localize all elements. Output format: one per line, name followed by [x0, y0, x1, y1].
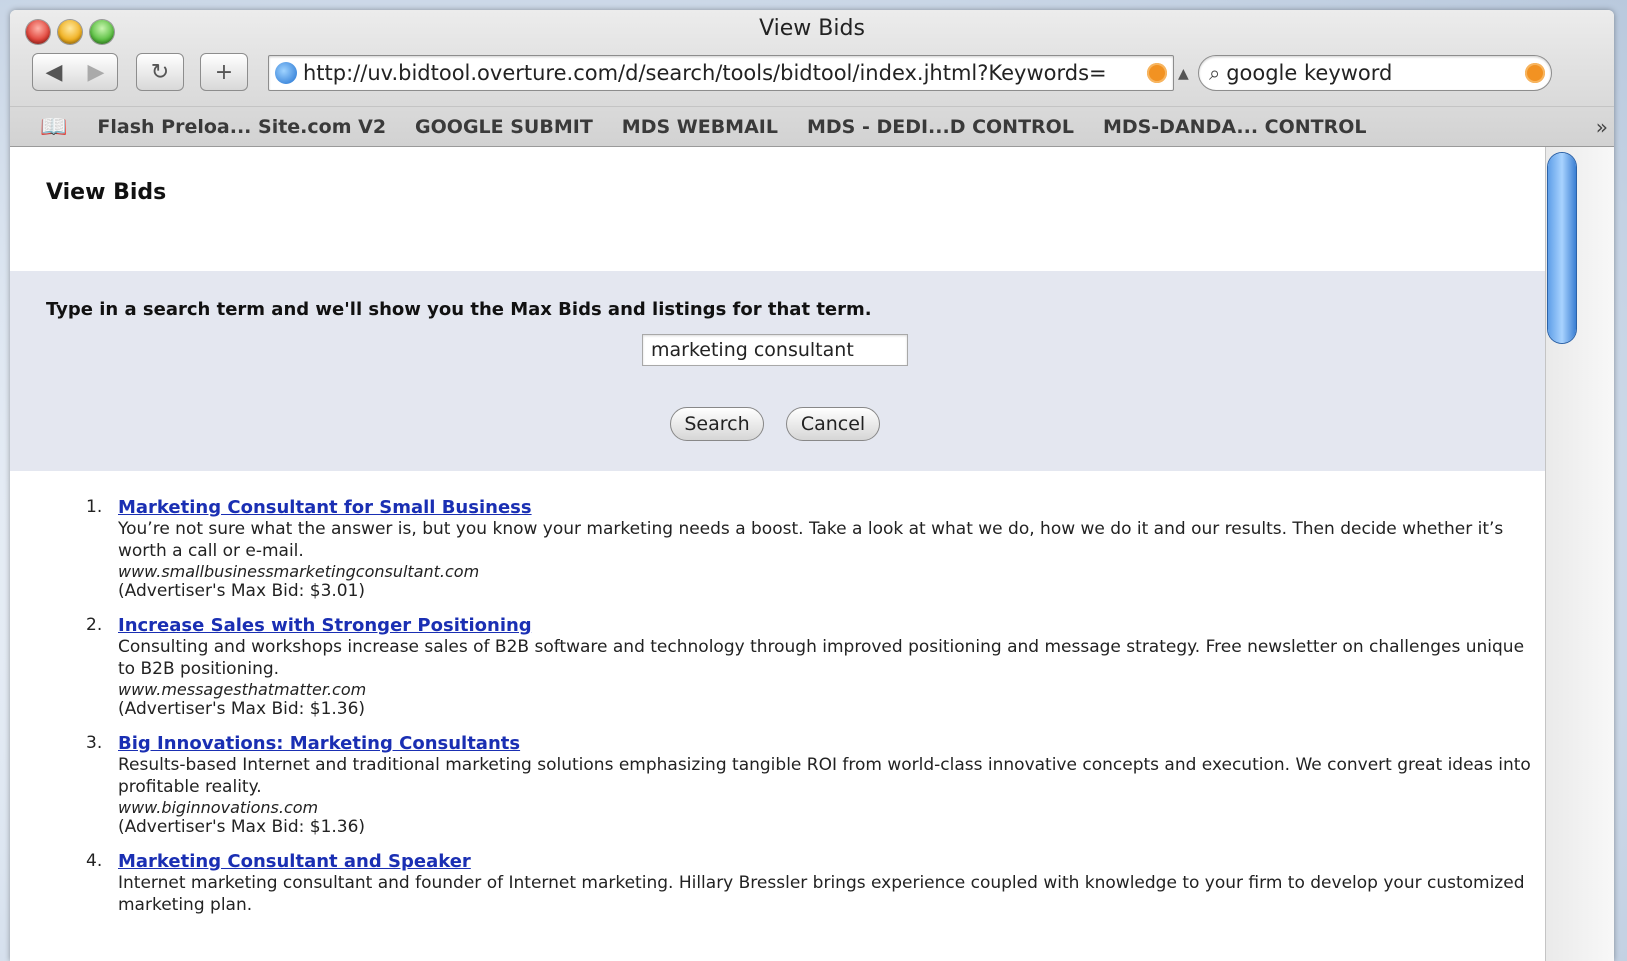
bookmark-item[interactable]: MDS - DEDI...D CONTROL — [807, 116, 1074, 138]
form-instructions: Type in a search term and we'll show you… — [46, 299, 872, 320]
list-item: 4. Marketing Consultant and Speaker Inte… — [86, 851, 1538, 916]
result-number: 1. — [86, 497, 103, 517]
bookmarks-bar: 📖 Flash Preloa... Site.com V2 GOOGLE SUB… — [10, 106, 1614, 147]
site-globe-icon — [275, 62, 297, 84]
page-title: View Bids — [46, 180, 167, 205]
search-form-panel: Type in a search term and we'll show you… — [10, 271, 1545, 471]
bookmarks-book-icon[interactable]: 📖 — [40, 115, 67, 140]
plus-icon: + — [214, 59, 234, 85]
bookmark-item[interactable]: Flash Preloa... Site.com V2 — [97, 116, 386, 138]
result-max-bid: (Advertiser's Max Bid: $3.01) — [118, 581, 366, 601]
reload-button[interactable]: ↻ — [136, 53, 184, 91]
caret-icon: ▲ — [1178, 66, 1189, 82]
keyword-input[interactable] — [642, 334, 908, 366]
list-item: 3. Big Innovations: Marketing Consultant… — [86, 733, 1538, 837]
address-bar[interactable]: http://uv.bidtool.overture.com/d/search/… — [268, 55, 1174, 91]
result-description: You’re not sure what the answer is, but … — [118, 519, 1504, 561]
cancel-button[interactable]: Cancel — [786, 407, 880, 441]
snapback-icon[interactable] — [1147, 63, 1167, 83]
result-title-link[interactable]: Big Innovations: Marketing Consultants — [118, 733, 520, 754]
list-item: 1. Marketing Consultant for Small Busine… — [86, 497, 1538, 601]
bookmark-item[interactable]: MDS-DANDA... CONTROL — [1103, 116, 1367, 138]
result-max-bid: (Advertiser's Max Bid: $1.36) — [118, 699, 366, 719]
browser-toolbar: View Bids ◀ ▶ ↻ + http://uv.bidtool.over… — [10, 10, 1614, 147]
browser-search-text: google keyword — [1226, 61, 1393, 85]
page-content: View Bids Type in a search term and we'l… — [10, 147, 1545, 961]
result-number: 3. — [86, 733, 103, 753]
forward-arrow-icon[interactable]: ▶ — [88, 60, 105, 85]
result-max-bid: (Advertiser's Max Bid: $1.36) — [118, 817, 366, 837]
result-number: 4. — [86, 851, 103, 871]
bookmark-item[interactable]: MDS WEBMAIL — [622, 116, 778, 138]
list-item: 2. Increase Sales with Stronger Position… — [86, 615, 1538, 719]
result-title-link[interactable]: Increase Sales with Stronger Positioning — [118, 615, 532, 636]
result-title-link[interactable]: Marketing Consultant and Speaker — [118, 851, 471, 872]
search-icon: ⌕ — [1209, 61, 1221, 85]
back-forward-buttons: ◀ ▶ — [32, 53, 118, 91]
result-description: Results-based Internet and traditional m… — [118, 755, 1531, 797]
result-url: www.messagesthatmatter.com — [118, 680, 367, 699]
add-bookmark-button[interactable]: + — [200, 53, 248, 91]
browser-search-field[interactable]: ⌕ google keyword — [1198, 55, 1552, 91]
more-bookmarks-icon[interactable]: » — [1596, 115, 1608, 139]
bookmark-item[interactable]: GOOGLE SUBMIT — [415, 116, 593, 138]
search-snapback-icon[interactable] — [1525, 63, 1545, 83]
results-list: 1. Marketing Consultant for Small Busine… — [86, 497, 1538, 930]
result-description: Internet marketing consultant and founde… — [118, 873, 1525, 915]
result-title-link[interactable]: Marketing Consultant for Small Business — [118, 497, 532, 518]
search-button[interactable]: Search — [670, 407, 764, 441]
back-arrow-icon[interactable]: ◀ — [46, 60, 63, 85]
scrollbar-thumb[interactable] — [1548, 153, 1576, 343]
window-title: View Bids — [759, 16, 865, 41]
address-text: http://uv.bidtool.overture.com/d/search/… — [303, 61, 1107, 85]
vertical-scrollbar[interactable] — [1545, 147, 1614, 961]
result-url: www.biginnovations.com — [118, 798, 319, 817]
browser-window: View Bids ◀ ▶ ↻ + http://uv.bidtool.over… — [10, 10, 1614, 961]
result-number: 2. — [86, 615, 103, 635]
result-description: Consulting and workshops increase sales … — [118, 637, 1525, 679]
reload-icon: ↻ — [150, 59, 170, 85]
result-url: www.smallbusinessmarketingconsultant.com — [118, 562, 480, 581]
